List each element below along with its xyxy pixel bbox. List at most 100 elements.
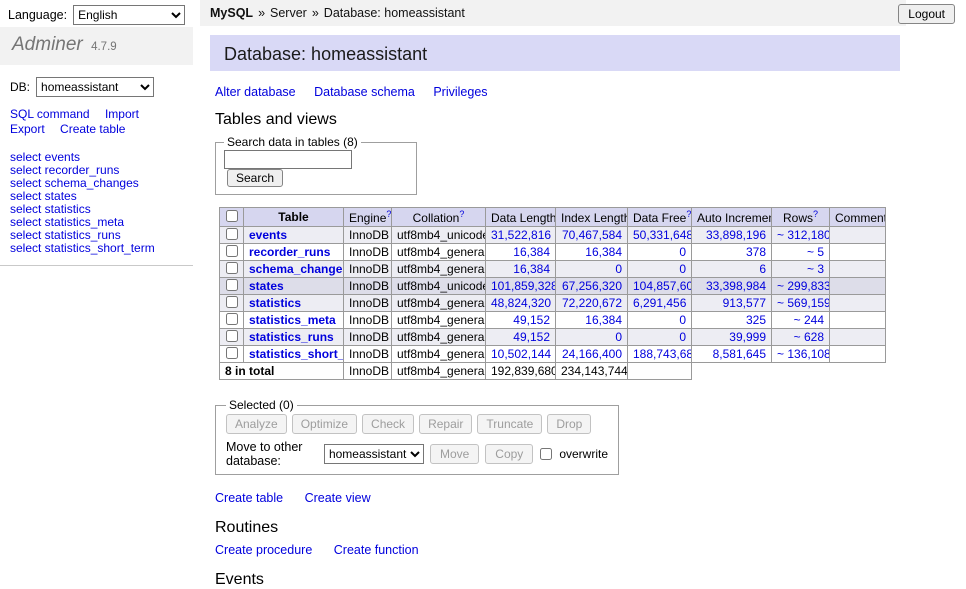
rows-count-link[interactable]: ~ 5 — [807, 245, 824, 259]
index-length-link[interactable]: 0 — [615, 262, 622, 276]
data-length-link[interactable]: 49,152 — [513, 313, 550, 327]
truncate-button[interactable]: Truncate — [477, 414, 542, 434]
data-free-link[interactable]: 0 — [679, 313, 686, 327]
create-table-link-main[interactable]: Create table — [215, 491, 283, 505]
table-row-schema-changes: schema_changes InnoDB utf8mb4_general_ci… — [220, 261, 886, 278]
auto-increment-link[interactable]: 913,577 — [723, 296, 766, 310]
create-view-link[interactable]: Create view — [305, 491, 371, 505]
index-length-link[interactable]: 67,256,320 — [562, 279, 622, 293]
table-link[interactable]: statistics_short_term — [249, 347, 344, 361]
alter-database-link[interactable]: Alter database — [215, 85, 296, 99]
index-length-link[interactable]: 16,384 — [585, 313, 622, 327]
column-header-index-length: Index Length? — [556, 208, 628, 227]
language-select[interactable]: English — [73, 5, 185, 25]
move-db-select[interactable]: homeassistant — [324, 444, 424, 464]
search-button[interactable]: Search — [227, 169, 283, 187]
app-version: 4.7.9 — [91, 41, 117, 53]
breadcrumb-mysql-link[interactable]: MySQL — [210, 6, 253, 20]
index-length-link[interactable]: 16,384 — [585, 245, 622, 259]
data-length-link[interactable]: 16,384 — [513, 262, 550, 276]
rows-count-link[interactable]: ~ 628 — [794, 330, 824, 344]
sql-command-link[interactable]: SQL command — [10, 107, 90, 121]
export-link[interactable]: Export — [10, 122, 45, 136]
auto-increment-link[interactable]: 33,898,196 — [706, 228, 766, 242]
data-free-link[interactable]: 0 — [679, 262, 686, 276]
data-free-link[interactable]: 104,857,600 — [633, 279, 692, 293]
data-length-link[interactable]: 101,859,328 — [491, 279, 556, 293]
collation-cell: utf8mb4_general_ci — [392, 312, 486, 329]
collation-help-link[interactable]: ? — [459, 209, 464, 219]
table-header-row: Table Engine? Collation? Data Length? In… — [220, 208, 886, 227]
data-length-link[interactable]: 16,384 — [513, 245, 550, 259]
data-free-link[interactable]: 6,291,456 — [633, 296, 686, 310]
auto-increment-link[interactable]: 6 — [759, 262, 766, 276]
index-length-link[interactable]: 24,166,400 — [562, 347, 622, 361]
check-button[interactable]: Check — [362, 414, 414, 434]
rows-count-link[interactable]: ~ 244 — [794, 313, 824, 327]
table-link[interactable]: states — [249, 279, 284, 293]
database-schema-link[interactable]: Database schema — [314, 85, 415, 99]
row-checkbox[interactable] — [226, 228, 238, 240]
index-length-link[interactable]: 70,467,584 — [562, 228, 622, 242]
privileges-link[interactable]: Privileges — [433, 85, 487, 99]
logout-button[interactable]: Logout — [898, 4, 955, 24]
breadcrumb-server-link[interactable]: Server — [270, 6, 307, 20]
index-length-link[interactable]: 0 — [615, 330, 622, 344]
data-free-link[interactable]: 0 — [679, 245, 686, 259]
auto-increment-link[interactable]: 325 — [746, 313, 766, 327]
data-free-link[interactable]: 188,743,680 — [633, 347, 692, 361]
table-link[interactable]: statistics — [249, 296, 301, 310]
auto-increment-link[interactable]: 33,398,984 — [706, 279, 766, 293]
comment-cell — [830, 312, 886, 329]
sidebar-item-select-statistics-short-term[interactable]: select statistics_short_term — [10, 242, 183, 255]
row-checkbox[interactable] — [226, 245, 238, 257]
data-free-link[interactable]: 50,331,648 — [633, 228, 692, 242]
data-length-link[interactable]: 48,824,320 — [491, 296, 551, 310]
auto-increment-link[interactable]: 39,999 — [729, 330, 766, 344]
table-link[interactable]: schema_changes — [249, 262, 344, 276]
data-free-link[interactable]: 0 — [679, 330, 686, 344]
data-length-link[interactable]: 10,502,144 — [491, 347, 551, 361]
row-checkbox[interactable] — [226, 330, 238, 342]
rows-count-link[interactable]: ~ 299,833 — [777, 279, 830, 293]
comment-cell — [830, 244, 886, 261]
import-link[interactable]: Import — [105, 107, 139, 121]
create-function-link[interactable]: Create function — [334, 543, 419, 557]
select-all-checkbox[interactable] — [226, 210, 238, 222]
drop-button[interactable]: Drop — [547, 414, 591, 434]
rows-count-link[interactable]: ~ 569,159 — [777, 296, 830, 310]
data-length-link[interactable]: 49,152 — [513, 330, 550, 344]
db-select[interactable]: homeassistant — [36, 77, 154, 97]
rows-help-link[interactable]: ? — [813, 209, 818, 219]
create-procedure-link[interactable]: Create procedure — [215, 543, 312, 557]
data-length-link[interactable]: 31,522,816 — [491, 228, 551, 242]
collation-cell: utf8mb4_general_ci — [392, 295, 486, 312]
data-free-help-link[interactable]: ? — [686, 209, 691, 219]
create-table-link[interactable]: Create table — [60, 122, 125, 136]
search-input[interactable] — [224, 150, 352, 169]
rows-count-link[interactable]: ~ 3 — [807, 262, 824, 276]
app-logo[interactable]: Adminer 4.7.9 — [0, 27, 193, 65]
index-length-link[interactable]: 72,220,672 — [562, 296, 622, 310]
engine-cell: InnoDB — [344, 227, 392, 244]
optimize-button[interactable]: Optimize — [292, 414, 357, 434]
rows-count-link[interactable]: ~ 136,108 — [777, 347, 830, 361]
copy-button[interactable]: Copy — [485, 444, 533, 464]
row-checkbox[interactable] — [226, 313, 238, 325]
row-checkbox[interactable] — [226, 296, 238, 308]
analyze-button[interactable]: Analyze — [226, 414, 287, 434]
row-checkbox[interactable] — [226, 262, 238, 274]
repair-button[interactable]: Repair — [419, 414, 472, 434]
auto-increment-link[interactable]: 8,581,645 — [713, 347, 766, 361]
table-link[interactable]: recorder_runs — [249, 245, 330, 259]
table-link[interactable]: events — [249, 228, 287, 242]
row-checkbox[interactable] — [226, 347, 238, 359]
overwrite-checkbox[interactable] — [540, 448, 552, 460]
auto-increment-link[interactable]: 378 — [746, 245, 766, 259]
move-button[interactable]: Move — [430, 444, 479, 464]
row-checkbox[interactable] — [226, 279, 238, 291]
rows-count-link[interactable]: ~ 312,180 — [777, 228, 830, 242]
table-link[interactable]: statistics_runs — [249, 330, 334, 344]
table-link[interactable]: statistics_meta — [249, 313, 336, 327]
engine-help-link[interactable]: ? — [386, 209, 391, 219]
